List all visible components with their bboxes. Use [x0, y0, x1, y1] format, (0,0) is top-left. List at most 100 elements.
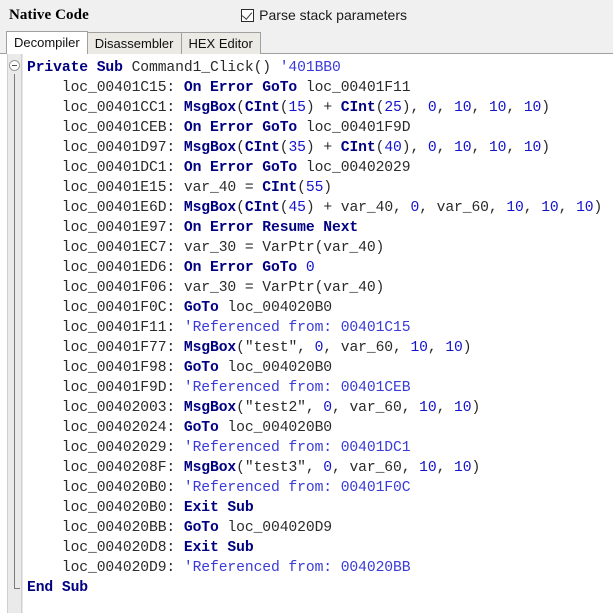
code-token-plain: ,	[436, 460, 455, 476]
code-token-kw: CInt	[244, 140, 280, 156]
code-token-kw: CInt	[340, 100, 376, 116]
code-token-plain: ,	[436, 100, 455, 116]
code-token-plain: loc_00401EC7: var_30 = VarPtr(var_40)	[61, 240, 385, 256]
tab-decompiler[interactable]: Decompiler	[6, 31, 88, 54]
code-token-num: 10	[576, 200, 594, 216]
code-token-plain: ,	[436, 140, 455, 156]
code-line: loc_00401F98: GoTo loc_004020B0	[23, 358, 613, 378]
code-line: loc_00401DC1: On Error GoTo loc_00402029	[23, 158, 613, 178]
code-token-plain: loc_004020B0	[227, 360, 333, 376]
tab-disassembler[interactable]: Disassembler	[86, 32, 182, 54]
code-token-num: 10	[523, 140, 542, 156]
code-line: Private Sub Command1_Click() '401BB0	[23, 58, 613, 78]
code-token-plain: (	[236, 100, 245, 116]
code-token-plain: ,	[558, 200, 577, 216]
code-token-plain: loc_00401F11:	[61, 320, 184, 336]
code-token-plain: loc_00402029	[305, 160, 411, 176]
code-token-plain: loc_004020B0:	[61, 480, 184, 496]
code-token-num: 10	[419, 400, 437, 416]
code-text-area[interactable]: Private Sub Command1_Click() '401BB0 loc…	[23, 54, 613, 613]
code-token-num: 10	[523, 100, 542, 116]
code-token-plain: loc_004020BB:	[61, 520, 184, 536]
code-token-kw: On Error Resume Next	[183, 220, 359, 236]
code-token-num: 10	[488, 100, 507, 116]
code-token-num: 40	[384, 140, 402, 156]
code-token-plain: (	[297, 180, 306, 196]
code-token-plain: )	[541, 100, 550, 116]
code-token-plain: loc_00402003:	[61, 400, 184, 416]
tab-strip: Decompiler Disassembler HEX Editor	[0, 30, 613, 54]
code-token-plain: ,	[436, 400, 455, 416]
code-token-plain: ,	[427, 340, 446, 356]
code-token-kw: On Error GoTo	[183, 260, 306, 276]
code-token-num: 0	[410, 200, 420, 216]
checkbox-box[interactable]	[241, 8, 255, 22]
code-token-plain: Command1_Click()	[131, 60, 280, 76]
collapse-icon[interactable]	[9, 60, 20, 71]
code-token-plain: )	[541, 140, 550, 156]
code-token-kw: Exit Sub	[183, 540, 254, 556]
code-token-num: 0	[427, 100, 437, 116]
code-token-plain: loc_00402024:	[61, 420, 184, 436]
parse-stack-parameters-checkbox[interactable]: Parse stack parameters	[241, 7, 407, 23]
code-token-plain: , var_60,	[332, 460, 420, 476]
code-token-plain: )	[471, 460, 481, 476]
code-token-num: 35	[288, 140, 306, 156]
code-token-plain: ,	[523, 200, 542, 216]
code-token-num: 10	[454, 140, 472, 156]
code-token-kw: On Error GoTo	[183, 120, 306, 136]
code-token-plain: ,	[506, 140, 524, 156]
code-token-plain: )	[593, 200, 603, 216]
code-token-plain: loc_00401F11	[305, 80, 411, 96]
code-token-plain: loc_00401CC1:	[61, 100, 184, 116]
code-token-num: 45	[288, 200, 306, 216]
code-token-num: 0	[314, 340, 324, 356]
code-line: loc_00401F0C: GoTo loc_004020B0	[23, 298, 613, 318]
code-token-num: 10	[488, 140, 507, 156]
page-title: Native Code	[9, 6, 89, 23]
code-token-num: 55	[305, 180, 324, 196]
code-token-kw: CInt	[244, 200, 280, 216]
code-token-plain: loc_0040208F:	[61, 460, 184, 476]
code-token-plain: ) + var_40,	[305, 200, 411, 216]
code-token-kw: End Sub	[27, 580, 88, 596]
code-token-plain: loc_004020B0	[227, 420, 333, 436]
code-token-plain: ) +	[305, 100, 341, 116]
code-token-plain: (	[236, 140, 245, 156]
code-token-plain: loc_00401F06: var_30 = VarPtr(var_40)	[61, 280, 385, 296]
code-token-plain: loc_00401E97:	[61, 220, 184, 236]
code-token-num: 0	[323, 400, 333, 416]
code-token-plain: ,	[471, 140, 489, 156]
code-line: loc_00401E97: On Error Resume Next	[23, 218, 613, 238]
decompiler-code-pane[interactable]: Private Sub Command1_Click() '401BB0 loc…	[0, 54, 613, 613]
code-token-plain: loc_00401E15: var_40 =	[61, 180, 263, 196]
code-token-plain: ("test2",	[236, 400, 324, 416]
tab-hex-editor[interactable]: HEX Editor	[180, 32, 261, 54]
code-line: loc_004020D8: Exit Sub	[23, 538, 613, 558]
code-token-plain: ("test3",	[236, 460, 324, 476]
code-line: loc_00401F11: 'Referenced from: 00401C15	[23, 318, 613, 338]
code-token-cmt: 'Referenced from: 00401DC1	[183, 440, 411, 456]
code-line: loc_00401C15: On Error GoTo loc_00401F11	[23, 78, 613, 98]
code-line: loc_004020BB: GoTo loc_004020D9	[23, 518, 613, 538]
code-token-plain: ,	[506, 100, 524, 116]
code-token-kw: MsgBox	[183, 400, 237, 416]
code-token-plain: ,	[471, 100, 489, 116]
code-token-plain: loc_00401D97:	[61, 140, 184, 156]
code-token-plain: (	[236, 200, 245, 216]
code-line: loc_0040208F: MsgBox("test3", 0, var_60,…	[23, 458, 613, 478]
code-token-cmt: 'Referenced from: 00401F0C	[183, 480, 411, 496]
fold-gutter[interactable]	[0, 54, 23, 613]
